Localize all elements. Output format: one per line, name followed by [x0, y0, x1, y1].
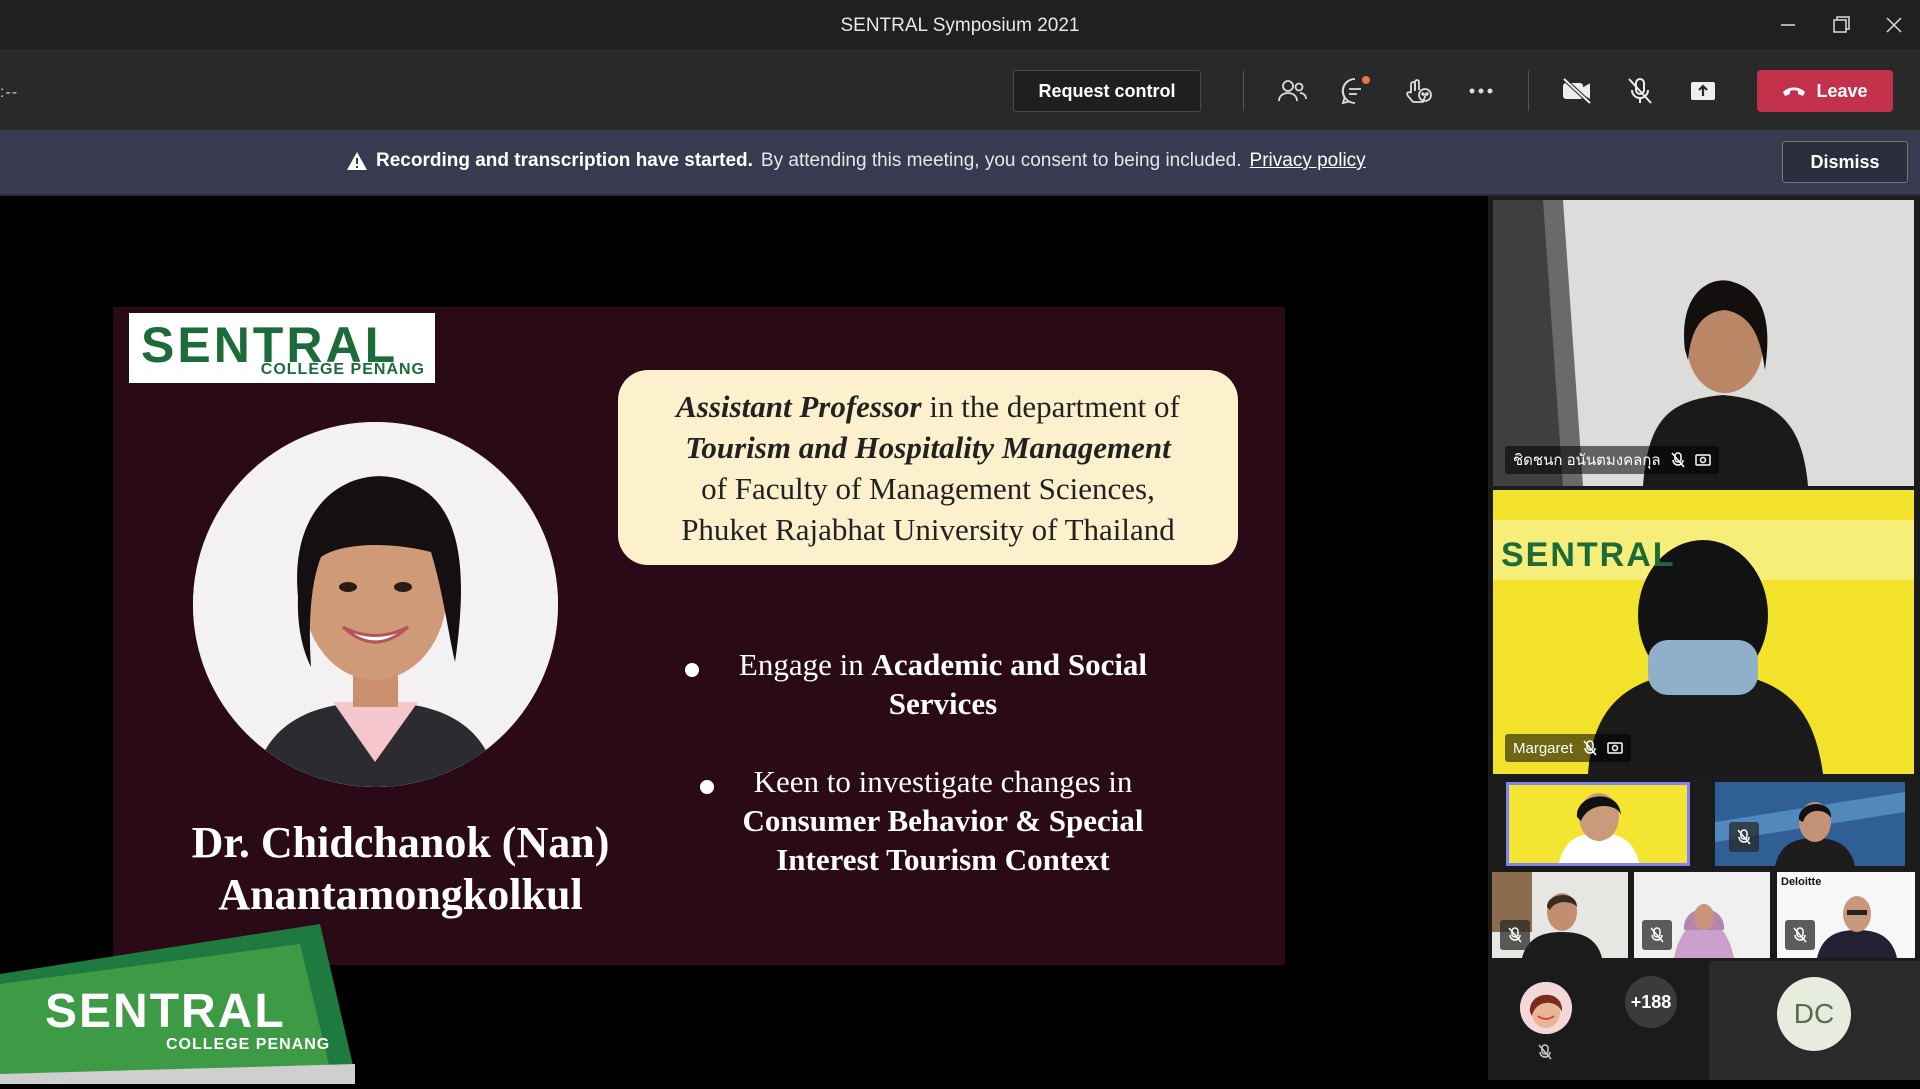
more-icon[interactable] [1461, 71, 1501, 111]
info-title: Assistant Professor [676, 389, 922, 424]
speaker-name-line1: Dr. Chidchanok (Nan) [191, 818, 610, 867]
bullet-dot [700, 780, 714, 794]
bullet-1: Engage in Academic and Social Services [713, 645, 1173, 723]
chat-icon[interactable] [1335, 71, 1375, 111]
video-thumbnail[interactable] [1715, 782, 1905, 866]
video-tile[interactable]: SENTRAL Margaret [1493, 490, 1914, 774]
request-control-button[interactable]: Request control [1013, 70, 1201, 112]
info-line3: of Faculty of Management Sciences, [701, 471, 1155, 506]
leave-button[interactable]: Leave [1757, 70, 1893, 112]
bullet-dot [685, 663, 699, 677]
video-thumbnail[interactable]: Deloitte [1777, 872, 1915, 958]
avatar[interactable] [1520, 982, 1572, 1034]
corner-logo-text: SENTRAL [45, 985, 286, 1038]
presentation-slide: SENTRAL COLLEGE PENANG Dr. Chidchanok (N… [113, 307, 1285, 965]
speaker-portrait [193, 422, 558, 787]
bullet2-bold-2: Interest Tourism Context [776, 842, 1110, 877]
reactions-icon[interactable] [1398, 71, 1438, 111]
video-thumbnail[interactable] [1634, 872, 1770, 958]
participants-icon[interactable] [1272, 71, 1312, 111]
warning-icon [347, 152, 367, 170]
mic-off-icon [1671, 452, 1685, 468]
mic-off-icon [1538, 1044, 1552, 1065]
background-label: Deloitte [1781, 876, 1822, 888]
banner-text: By attending this meeting, you consent t… [760, 150, 1242, 171]
banner-message: Recording and transcription have started… [346, 150, 1366, 172]
divider [1528, 71, 1529, 111]
mic-off-icon [1729, 822, 1759, 852]
privacy-policy-link[interactable]: Privacy policy [1250, 150, 1366, 172]
mic-off-icon [1500, 920, 1530, 950]
video-thumbnail[interactable] [1492, 872, 1628, 958]
background-logo-text: SENTRAL [1501, 536, 1676, 574]
participant-name: ชิดชนก อนันตมงคลกุล [1513, 452, 1661, 469]
logo-subtext: COLLEGE PENANG [260, 361, 425, 378]
info-line2: Tourism and Hospitality Management [685, 430, 1171, 465]
window-title: SENTRAL Symposium 2021 [840, 15, 1080, 36]
meeting-timer: :-- [0, 84, 19, 101]
bullet2-bold: Consumer Behavior & Special [742, 803, 1144, 838]
title-bar: SENTRAL Symposium 2021 [0, 0, 1920, 50]
corner-logo-subtext: COLLEGE PENANG [166, 1036, 331, 1053]
restore-icon[interactable] [1826, 12, 1856, 38]
more-participants-count[interactable]: +188 [1625, 976, 1677, 1028]
mic-off-icon [1583, 740, 1597, 756]
share-icon[interactable] [1683, 71, 1723, 111]
self-view-tile[interactable]: DC [1709, 961, 1920, 1080]
bullet-2: Keen to investigate changes in Consumer … [713, 762, 1173, 879]
mic-off-icon [1785, 920, 1815, 950]
recording-banner: Recording and transcription have started… [0, 130, 1920, 196]
mic-off-icon[interactable] [1620, 71, 1660, 111]
pin-icon [1607, 742, 1623, 754]
participant-name-tag: ชิดชนก อนันตมงคลกุล [1505, 446, 1719, 474]
participant-name-tag: Margaret [1505, 734, 1632, 762]
camera-off-icon[interactable] [1557, 71, 1597, 111]
bullet2-text: Keen to investigate changes in [753, 764, 1133, 799]
info-line4: Phuket Rajabhat University of Thailand [681, 512, 1175, 547]
video-thumbnail[interactable] [1506, 782, 1690, 866]
phone-hangup-icon [1783, 87, 1806, 96]
info-line1: in the department of [921, 389, 1180, 424]
banner-bold-text: Recording and transcription have started… [376, 150, 753, 171]
participant-panel: ชิดชนก อนันตมงคลกุล SENTRAL Margaret Del… [1488, 196, 1920, 1080]
bullet1-bold: Academic and Social [871, 647, 1148, 682]
mic-off-icon [1642, 920, 1672, 950]
sentral-logo: SENTRAL COLLEGE PENANG [129, 313, 435, 383]
speaker-name-line2: Anantamongkolkul [218, 870, 583, 919]
divider [1243, 71, 1244, 111]
bullet1-text: Engage in [738, 647, 872, 682]
speaker-title-box: Assistant Professor in the department of… [618, 370, 1238, 565]
pin-icon [1694, 454, 1711, 466]
video-tile[interactable]: ชิดชนก อนันตมงคลกุล [1493, 200, 1914, 486]
close-icon[interactable] [1879, 12, 1909, 38]
meeting-toolbar: :-- Request control Leave [0, 50, 1920, 131]
speaker-name: Dr. Chidchanok (Nan) Anantamongkolkul [123, 817, 678, 921]
self-avatar-initials: DC [1777, 977, 1851, 1051]
corner-logo: SENTRAL COLLEGE PENANG [0, 924, 360, 1084]
leave-label: Leave [1816, 80, 1868, 101]
minimize-icon[interactable] [1773, 12, 1803, 38]
shared-screen: SENTRAL COLLEGE PENANG Dr. Chidchanok (N… [0, 196, 1488, 1084]
dismiss-button[interactable]: Dismiss [1782, 141, 1908, 183]
participant-name: Margaret [1513, 739, 1574, 757]
bullet1-bold-2: Services [888, 686, 998, 721]
